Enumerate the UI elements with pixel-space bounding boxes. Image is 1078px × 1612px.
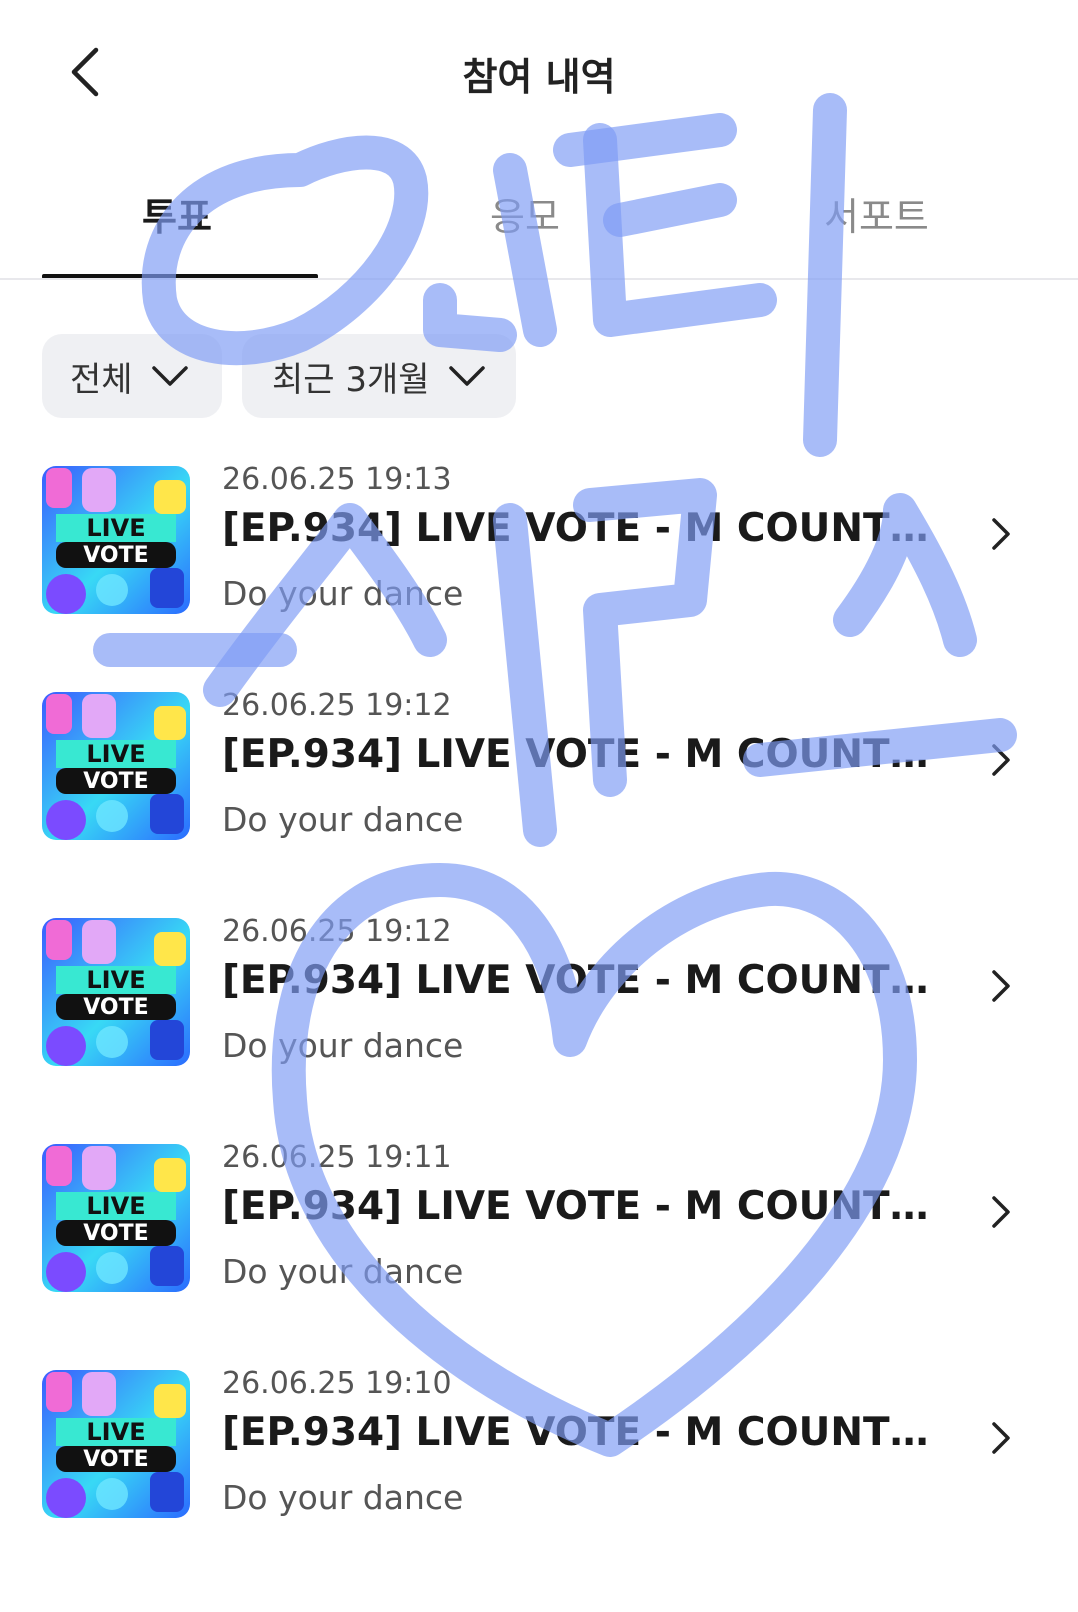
item-subtitle: Do your dance (222, 1252, 464, 1291)
item-subtitle: Do your dance (222, 800, 464, 839)
chevron-right-icon (992, 744, 1010, 776)
item-title: [EP.934] LIVE VOTE - M COUNTDO... (222, 506, 942, 551)
svg-text:VOTE: VOTE (83, 543, 148, 568)
list-item[interactable]: LIVE VOTE 26.06.25 19:12 [EP.934] LIVE V… (0, 914, 1078, 1074)
chevron-right-icon (992, 1196, 1010, 1228)
chevron-right-icon (992, 518, 1010, 550)
list-item[interactable]: LIVE VOTE 26.06.25 19:10 [EP.934] LIVE V… (0, 1366, 1078, 1526)
live-vote-thumbnail: LIVE VOTE (42, 1370, 190, 1518)
item-date: 26.06.25 19:13 (222, 462, 452, 497)
type-filter-label: 전체 (70, 359, 133, 400)
page-title: 참여 내역 (462, 55, 616, 99)
svg-text:LIVE: LIVE (86, 740, 145, 768)
tab-divider (0, 278, 1078, 280)
item-subtitle: Do your dance (222, 1478, 464, 1517)
tab-entry[interactable]: 응모 (490, 186, 560, 241)
live-vote-thumbnail: LIVE VOTE (42, 692, 190, 840)
list-item[interactable]: LIVE VOTE 26.06.25 19:13 [EP.934] LIVE V… (0, 462, 1078, 622)
item-date: 26.06.25 19:12 (222, 914, 452, 949)
item-date: 26.06.25 19:10 (222, 1366, 452, 1401)
list-item[interactable]: LIVE VOTE 26.06.25 19:11 [EP.934] LIVE V… (0, 1140, 1078, 1300)
live-vote-thumbnail: LIVE VOTE (42, 918, 190, 1066)
tab-support[interactable]: 서포트 (824, 186, 929, 241)
header: 참여 내역 (0, 0, 1078, 150)
svg-text:LIVE: LIVE (86, 966, 145, 994)
svg-text:VOTE: VOTE (83, 1447, 148, 1472)
chevron-down-icon (151, 366, 188, 386)
svg-text:VOTE: VOTE (83, 1221, 148, 1246)
tab-vote[interactable]: 투표 (142, 186, 212, 241)
period-filter-label: 최근 3개월 (272, 359, 430, 400)
item-title: [EP.934] LIVE VOTE - M COUNTDO... (222, 1184, 942, 1229)
svg-text:VOTE: VOTE (83, 769, 148, 794)
live-vote-thumbnail: LIVE VOTE (42, 1144, 190, 1292)
live-vote-thumbnail: LIVE VOTE (42, 466, 190, 614)
item-title: [EP.934] LIVE VOTE - M COUNTDO... (222, 1410, 942, 1455)
svg-text:LIVE: LIVE (86, 1418, 145, 1446)
item-date: 26.06.25 19:12 (222, 688, 452, 723)
item-title: [EP.934] LIVE VOTE - M COUNTDO... (222, 732, 942, 777)
chevron-down-icon (448, 366, 485, 386)
item-title: [EP.934] LIVE VOTE - M COUNTDO... (222, 958, 942, 1003)
chevron-right-icon (992, 970, 1010, 1002)
svg-text:VOTE: VOTE (83, 995, 148, 1020)
item-subtitle: Do your dance (222, 574, 464, 613)
svg-text:LIVE: LIVE (86, 1192, 145, 1220)
item-subtitle: Do your dance (222, 1026, 464, 1065)
chevron-right-icon (992, 1422, 1010, 1454)
list-item[interactable]: LIVE VOTE 26.06.25 19:12 [EP.934] LIVE V… (0, 688, 1078, 848)
svg-text:LIVE: LIVE (86, 514, 145, 542)
type-filter-dropdown[interactable]: 전체 (42, 334, 222, 418)
tab-bar: 투표 응모 서포트 (0, 168, 1078, 280)
item-date: 26.06.25 19:11 (222, 1140, 452, 1175)
period-filter-dropdown[interactable]: 최근 3개월 (242, 334, 516, 418)
